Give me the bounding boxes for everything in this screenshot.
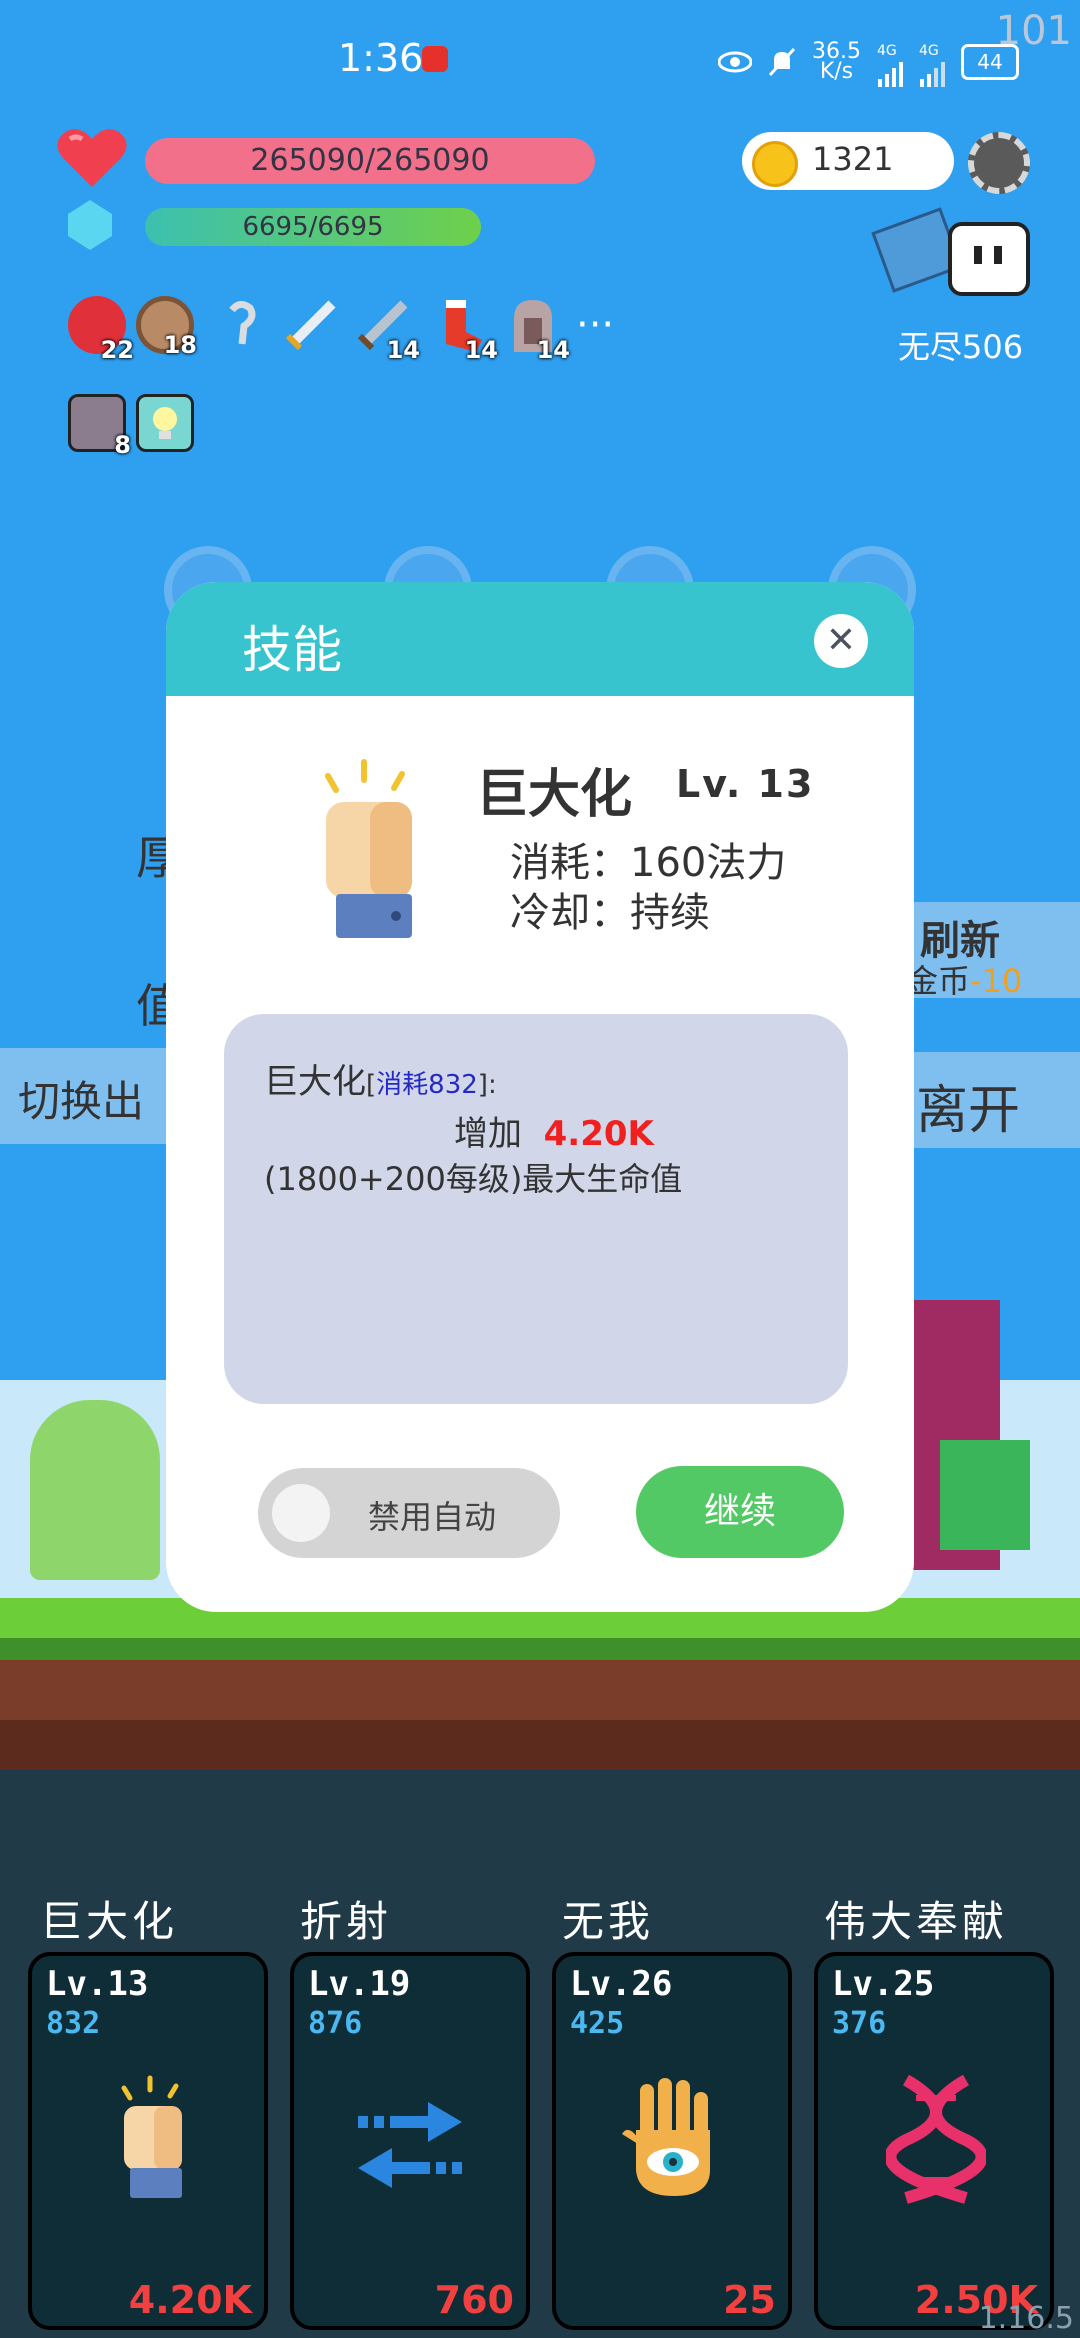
disable-auto-toggle[interactable]: 禁用自动: [258, 1468, 560, 1558]
skill-label: 折射: [300, 1897, 393, 1946]
blade-box-icon[interactable]: 8: [68, 394, 131, 459]
eye-hand-icon: [618, 2074, 728, 2204]
lightbulb-icon[interactable]: [136, 394, 194, 452]
dialog-header: 技能 ✕: [166, 582, 914, 696]
card-level: Lv.13: [46, 1964, 149, 2004]
description-effect: 增加 4.20K: [454, 1114, 654, 1154]
enemy-robot-body: [940, 1440, 1030, 1550]
card-value: 4.20K: [128, 2278, 252, 2322]
version-label: 1.16.5: [978, 2301, 1074, 2336]
fist-icon: [110, 2074, 190, 2204]
mp-bar: 6695/6695: [145, 208, 481, 246]
ghost-icon[interactable]: [948, 222, 1030, 296]
fist-icon: [306, 754, 426, 944]
leave-label: 离开: [916, 1081, 1021, 1141]
coin-amount: 1321: [812, 140, 894, 178]
fps-counter: 101: [995, 8, 1072, 54]
skill-label: 伟大奉献: [824, 1897, 1009, 1946]
card-value: 760: [434, 2278, 514, 2322]
status-icons: 36.5 K/s 4G 4G 44: [718, 36, 1019, 87]
shield-icon[interactable]: 18: [136, 296, 197, 359]
skill-label: 无我: [562, 1897, 655, 1946]
skill-card-devotion[interactable]: Lv.25 376 2.50K: [814, 1952, 1054, 2330]
coin-icon: [752, 141, 798, 187]
switch-button[interactable]: 切换出: [0, 1048, 180, 1144]
skill-label: 巨大化: [40, 1897, 179, 1946]
swap-arrows-icon: [354, 2096, 466, 2196]
skill-card-refract[interactable]: Lv.19 876 760: [290, 1952, 530, 2330]
refresh-cost-label: 金币-10: [906, 962, 1023, 1000]
skill-level: Lv. 13: [676, 762, 815, 806]
hook-icon[interactable]: [212, 296, 270, 354]
signal-icon: 4G: [919, 36, 945, 87]
dna-icon: [886, 2074, 986, 2204]
coin-counter: 1321: [742, 132, 954, 190]
leave-button[interactable]: 离开: [900, 1052, 1080, 1148]
card-value: 25: [723, 2278, 776, 2322]
sword-icon[interactable]: 14: [354, 296, 420, 364]
clock: 1:36: [338, 36, 424, 80]
toggle-label: 禁用自动: [368, 1498, 497, 1536]
switch-label: 切换出: [18, 1077, 145, 1126]
skill-card-giant[interactable]: Lv.13 832 4.20K: [28, 1952, 268, 2330]
skill-description: 巨大化[消耗832]: 增加 4.20K (1800+200每级)最大生命值: [224, 1014, 848, 1404]
skill-cooldown: 冷却：持续: [510, 890, 710, 936]
close-icon[interactable]: ✕: [814, 614, 868, 668]
network-speed: 36.5 K/s: [812, 38, 861, 84]
endless-mode-label: 无尽506: [898, 328, 1024, 366]
description-header: 巨大化[消耗832]:: [264, 1062, 497, 1102]
continue-button[interactable]: 继续: [636, 1466, 844, 1558]
card-level: Lv.26: [570, 1964, 673, 2004]
heart-icon: [56, 125, 128, 189]
card-cost: 832: [46, 2006, 101, 2041]
notification-icon: [422, 46, 448, 72]
grass-shadow: [0, 1638, 1080, 1662]
sword-icon[interactable]: [282, 296, 340, 354]
skill-name: 巨大化: [476, 765, 633, 825]
signal-icon: 4G: [877, 36, 903, 87]
mana-crystal-icon: [68, 200, 112, 250]
sock-icon[interactable]: 14: [432, 296, 498, 364]
card-cost: 425: [570, 2006, 625, 2041]
dialog-title: 技能: [242, 621, 342, 679]
settings-gear-icon[interactable]: [968, 132, 1030, 194]
status-bar: 1:36 36.5 K/s 4G 4G 44: [0, 0, 1080, 120]
dirt-dark: [0, 1720, 1080, 1770]
toggle-knob: [272, 1484, 330, 1542]
tombstone-icon[interactable]: 14: [504, 296, 570, 364]
skill-card-selfless[interactable]: Lv.26 425 25: [552, 1952, 792, 2330]
card-level: Lv.25: [832, 1964, 935, 2004]
mute-bell-icon: [768, 47, 796, 77]
skill-dialog: 技能 ✕ 巨大化 Lv. 13 消耗：160法力 冷却：持续 巨大化[消耗832…: [166, 582, 914, 1612]
description-formula: (1800+200每级)最大生命值: [264, 1160, 683, 1198]
card-cost: 876: [308, 2006, 363, 2041]
card-cost: 376: [832, 2006, 887, 2041]
more-items-icon[interactable]: ···: [576, 302, 614, 348]
hp-bar: 265090/265090: [145, 138, 595, 184]
apple-icon[interactable]: 22: [68, 296, 134, 364]
card-level: Lv.19: [308, 1964, 411, 2004]
eye-icon: [718, 51, 752, 73]
tree: [30, 1400, 160, 1580]
refresh-button[interactable]: 刷新 金币-10: [900, 902, 1080, 1000]
